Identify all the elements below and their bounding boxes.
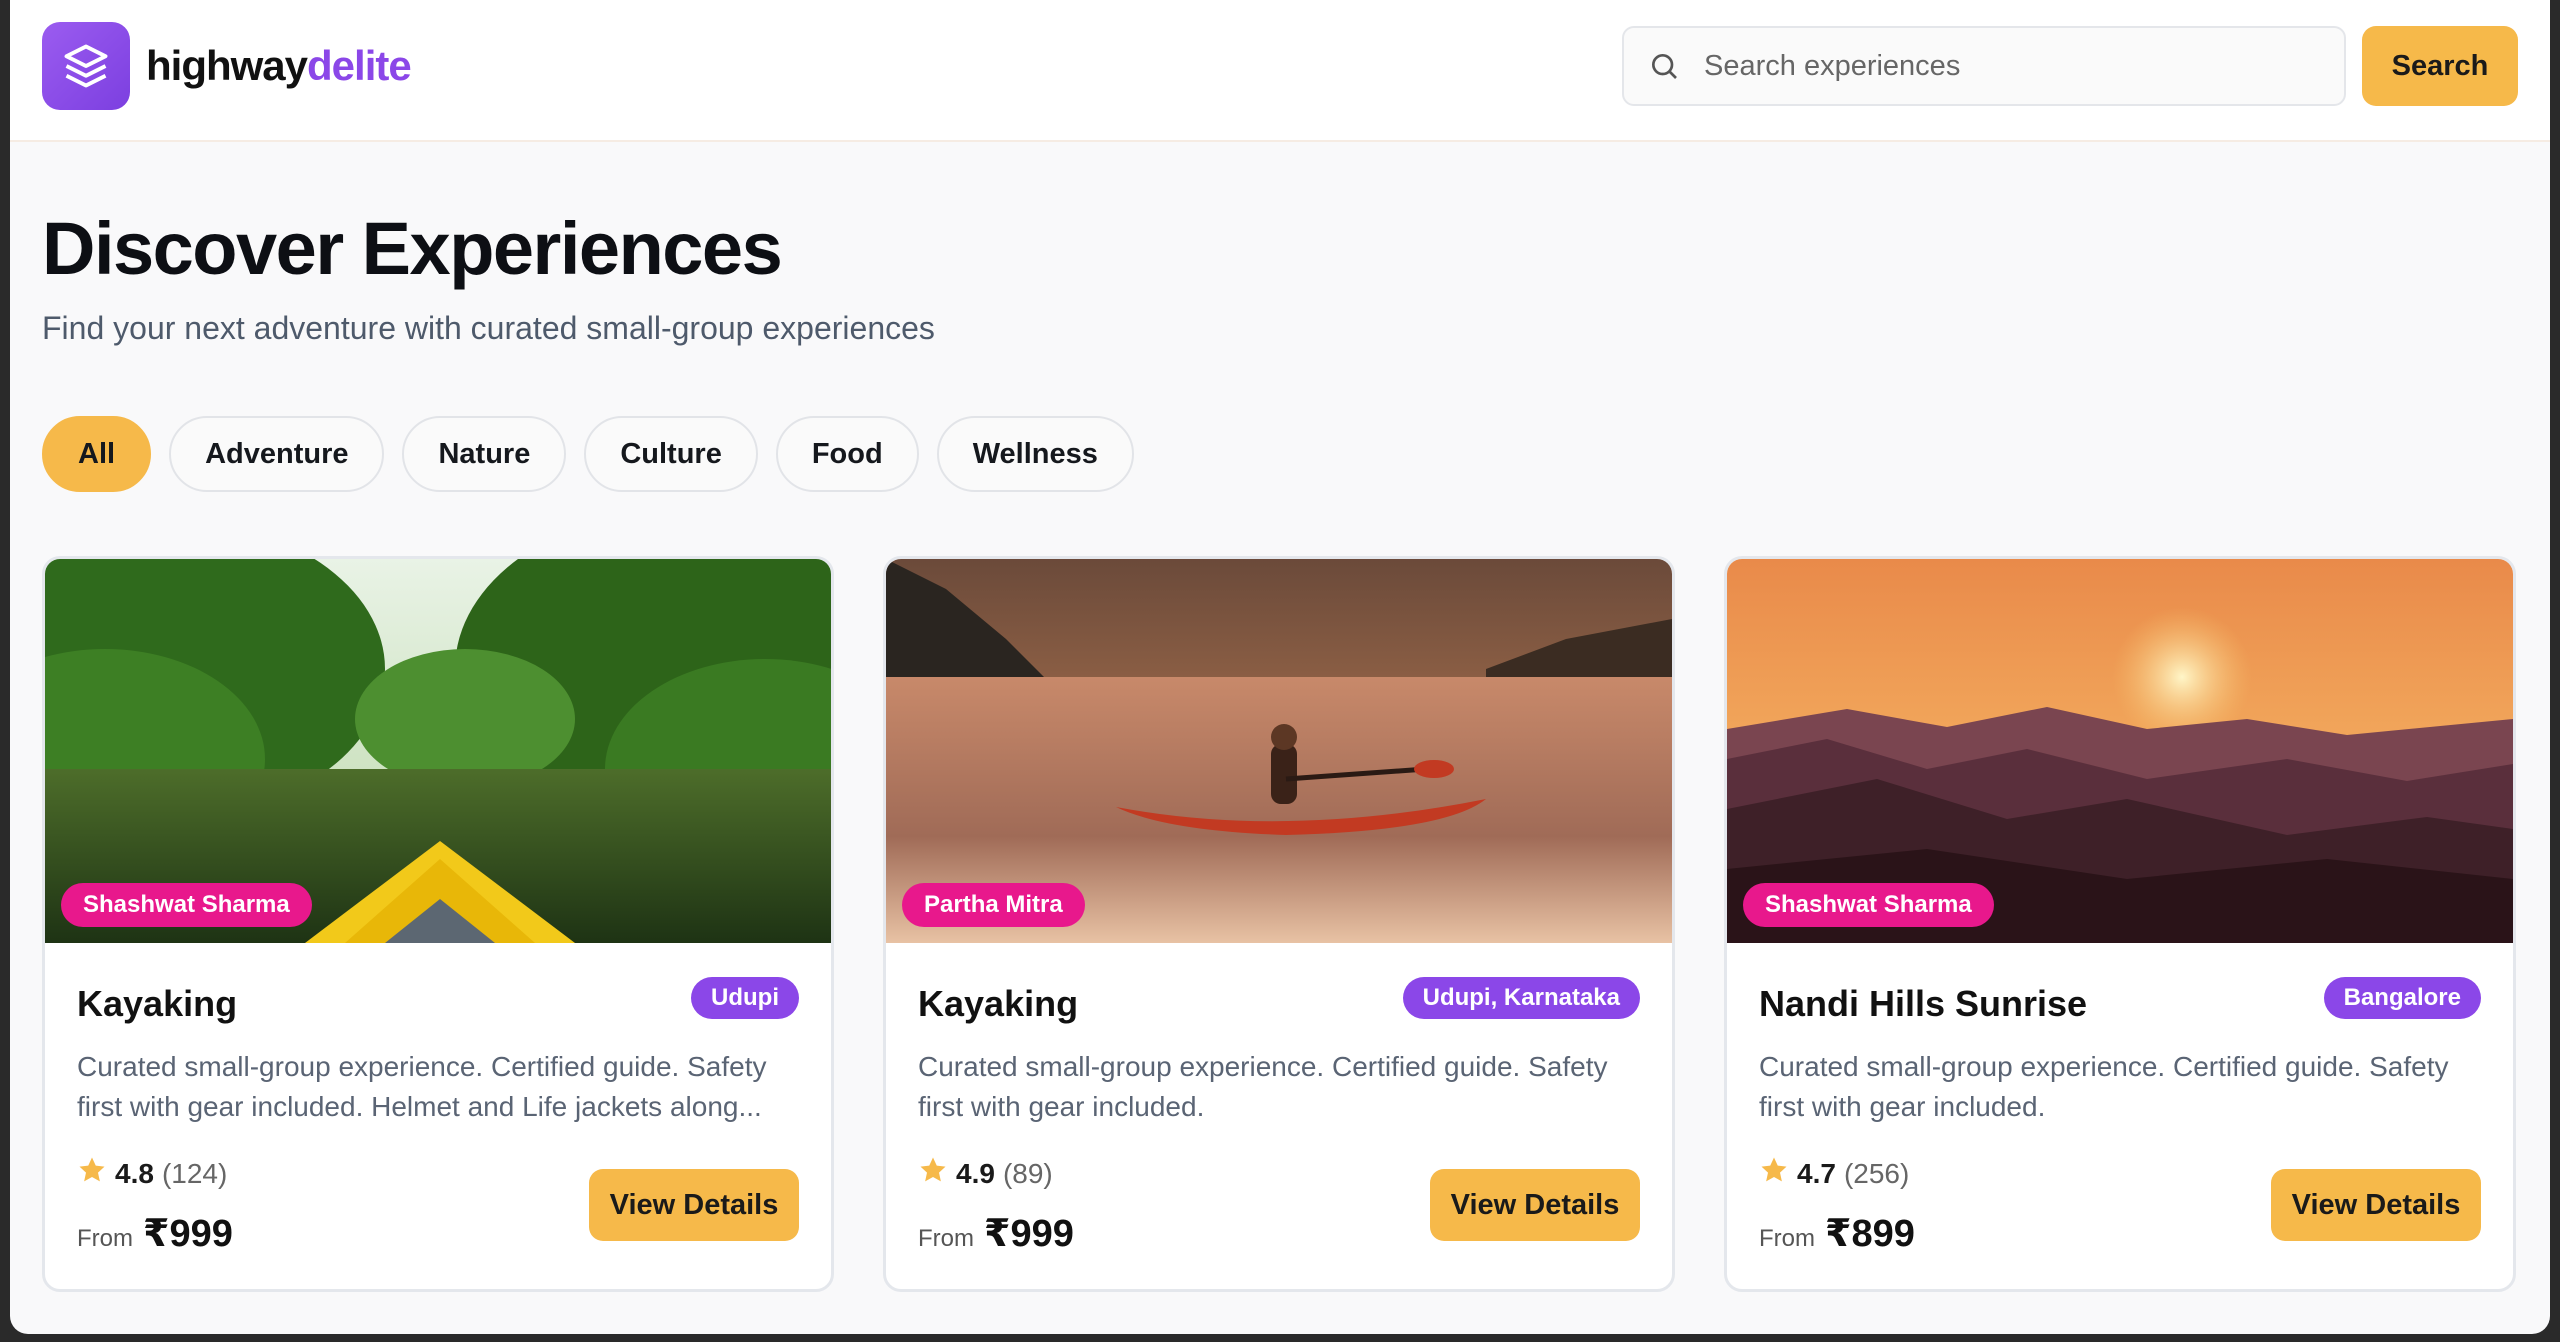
host-badge: Shashwat Sharma [61, 883, 312, 927]
price-amount: ₹899 [1825, 1213, 1915, 1255]
card-description: Curated small-group experience. Certifie… [1759, 1051, 2449, 1122]
price-amount: ₹999 [984, 1213, 1074, 1255]
page-subtitle: Find your next adventure with curated sm… [42, 310, 935, 346]
price-from-label: From [918, 1225, 974, 1252]
location-badge: Udupi [691, 977, 799, 1019]
view-details-button[interactable]: View Details [589, 1169, 799, 1241]
rating: 4.8 (124) [77, 1155, 227, 1192]
search-icon [1624, 50, 1704, 82]
card-description: Curated small-group experience. Certifie… [918, 1051, 1608, 1122]
rating-value: 4.9 [956, 1157, 995, 1189]
price-amount: ₹999 [143, 1213, 233, 1255]
logo-icon[interactable] [42, 22, 130, 110]
card-title: Nandi Hills Sunrise [1759, 983, 2088, 1024]
host-badge: Shashwat Sharma [1743, 883, 1994, 927]
filter-chip-food[interactable]: Food [775, 416, 919, 492]
view-details-button[interactable]: View Details [1430, 1169, 1640, 1241]
review-count: (256) [1843, 1157, 1910, 1189]
rating: 4.9 (89) [918, 1155, 1053, 1192]
price: From ₹899 [1759, 1211, 1915, 1256]
price-from-label: From [1759, 1225, 1815, 1252]
view-details-button[interactable]: View Details [2271, 1169, 2481, 1241]
search-field[interactable] [1622, 26, 2346, 106]
page-title: Discover Experiences [42, 207, 783, 290]
filter-chip-adventure[interactable]: Adventure [169, 416, 385, 492]
search-input[interactable] [1704, 49, 2304, 83]
host-badge: Partha Mitra [902, 883, 1085, 927]
experience-card[interactable]: Partha Mitra Kayaking Udupi, Karnataka C… [883, 556, 1675, 1292]
brand-accent: delite [307, 42, 412, 89]
search-button[interactable]: Search [2362, 26, 2518, 106]
brand-name[interactable]: highwaydelite [146, 40, 412, 92]
rating-value: 4.8 [115, 1157, 154, 1189]
filter-chip-nature[interactable]: Nature [402, 416, 567, 492]
review-count: (124) [161, 1157, 228, 1189]
top-header: highwaydelite Search [10, 0, 2550, 142]
star-icon [1759, 1155, 1789, 1192]
filter-chip-culture[interactable]: Culture [584, 416, 758, 492]
category-filters: All Adventure Nature Culture Food Wellne… [42, 416, 1134, 492]
filter-chip-all[interactable]: All [42, 416, 152, 492]
card-title: Kayaking [77, 983, 238, 1024]
card-title: Kayaking [918, 983, 1079, 1024]
filter-chip-wellness[interactable]: Wellness [936, 416, 1134, 492]
app-window: highwaydelite Search Discover Experience… [10, 0, 2550, 1334]
price-from-label: From [77, 1225, 133, 1252]
experience-card[interactable]: Shashwat Sharma Nandi Hills Sunrise Bang… [1724, 556, 2516, 1292]
star-icon [77, 1155, 107, 1192]
location-badge: Bangalore [2323, 977, 2481, 1019]
rating: 4.7 (256) [1759, 1155, 1909, 1192]
star-icon [918, 1155, 948, 1192]
rating-value: 4.7 [1797, 1157, 1836, 1189]
price: From ₹999 [77, 1211, 233, 1256]
experience-card[interactable]: Shashwat Sharma Kayaking Udupi Curated s… [42, 556, 834, 1292]
review-count: (89) [1002, 1157, 1053, 1189]
brand-primary: highway [146, 42, 308, 89]
price: From ₹999 [918, 1211, 1074, 1256]
card-description: Curated small-group experience. Certifie… [77, 1051, 767, 1122]
location-badge: Udupi, Karnataka [1402, 977, 1640, 1019]
